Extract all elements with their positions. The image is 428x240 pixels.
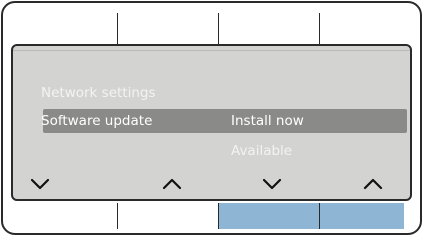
key-highlight-3[interactable] <box>219 203 319 229</box>
menu-item-software-update[interactable]: Software update Install now <box>41 109 407 133</box>
bottom-divider-1 <box>117 203 118 229</box>
menu-item-label: Network settings <box>41 85 156 101</box>
top-divider-2 <box>218 13 219 44</box>
softkey-row <box>13 172 410 199</box>
bottom-divider-2 <box>218 203 219 229</box>
top-divider-3 <box>319 13 320 44</box>
softkey-1[interactable] <box>25 172 55 196</box>
menu-item-value: Install now <box>231 113 304 129</box>
softkey-2[interactable] <box>157 172 187 196</box>
menu-item-network-settings[interactable]: Network settings <box>13 81 410 105</box>
screen-top-rule <box>13 50 410 51</box>
softkey-3[interactable] <box>257 172 287 196</box>
device-frame: Network settings Software update Install… <box>1 1 422 235</box>
bottom-divider-3 <box>319 203 320 229</box>
menu-item-label: Software update <box>41 113 153 129</box>
softkey-4[interactable] <box>358 172 388 196</box>
display-screen: Network settings Software update Install… <box>11 44 412 201</box>
status-text: Available <box>231 143 293 159</box>
top-divider-1 <box>117 13 118 44</box>
bottom-key-strip <box>3 197 420 233</box>
top-key-strip <box>3 3 420 45</box>
key-highlight-4[interactable] <box>320 203 404 229</box>
menu-item-update-status: Available <box>13 139 410 163</box>
chevron-up-icon <box>363 178 383 190</box>
chevron-up-icon <box>162 178 182 190</box>
chevron-down-icon <box>30 178 50 190</box>
chevron-down-icon <box>262 178 282 190</box>
